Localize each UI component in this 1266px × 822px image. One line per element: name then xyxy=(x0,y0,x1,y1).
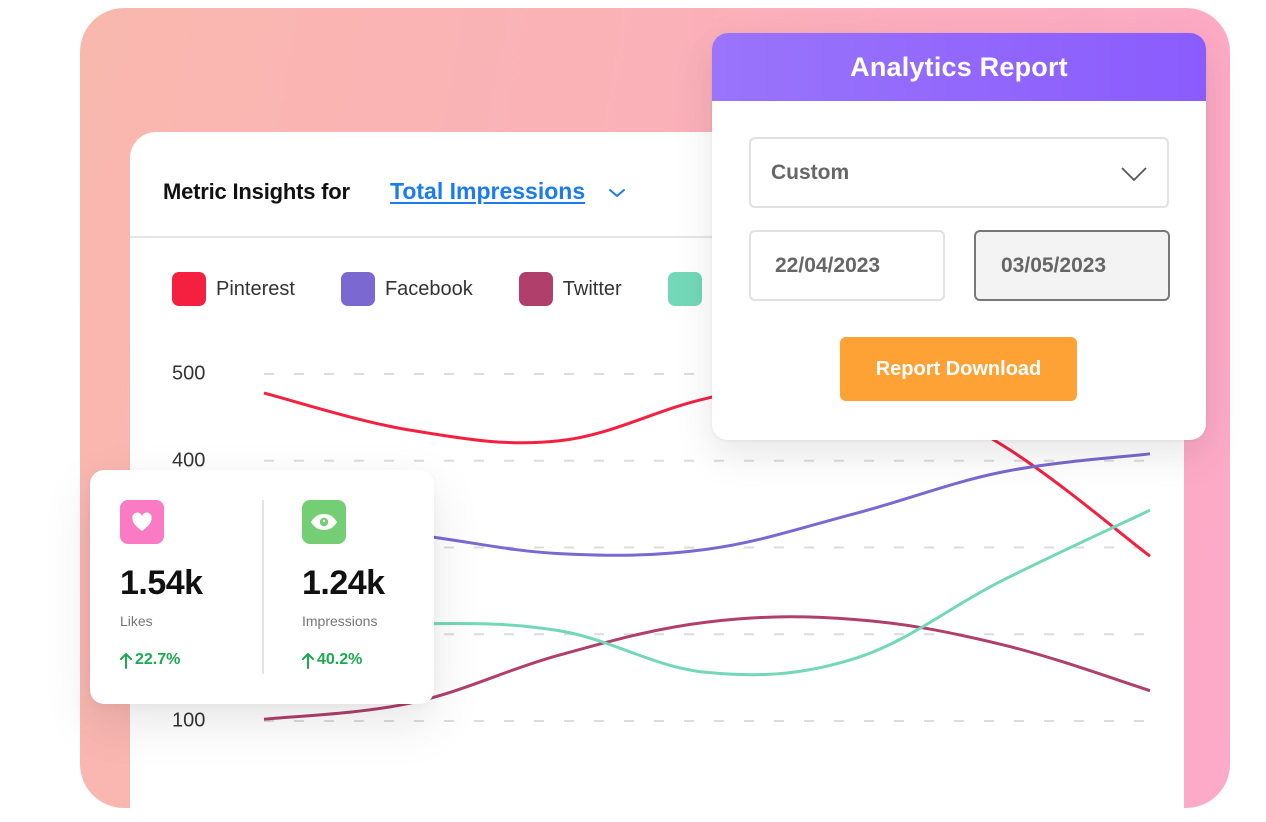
report-download-button[interactable]: Report Download xyxy=(840,337,1077,401)
likes-change-value: 22.7% xyxy=(135,651,181,668)
stat-likes: 1.54k Likes 22.7% xyxy=(120,500,270,669)
date-range-value: Custom xyxy=(771,161,850,184)
report-title: Analytics Report xyxy=(850,51,1068,82)
impressions-label: Impressions xyxy=(302,613,378,629)
analytics-report-panel: Analytics Report Custom 22/04/2023 03/05… xyxy=(712,33,1206,440)
y-tick-label: 100 xyxy=(172,709,206,732)
start-date-input[interactable]: 22/04/2023 xyxy=(749,230,945,301)
stat-impressions: 1.24k Impressions 40.2% xyxy=(302,500,452,669)
start-date-value: 22/04/2023 xyxy=(775,253,881,277)
impressions-change-value: 40.2% xyxy=(317,651,363,668)
end-date-value: 03/05/2023 xyxy=(1001,253,1107,277)
chevron-down-icon xyxy=(1121,167,1147,182)
arrow-up-icon xyxy=(120,652,132,669)
y-tick-label: 500 xyxy=(172,362,206,385)
impressions-value: 1.24k xyxy=(302,564,385,602)
likes-label: Likes xyxy=(120,613,153,629)
end-date-input[interactable]: 03/05/2023 xyxy=(974,230,1170,301)
eye-icon xyxy=(302,500,346,544)
y-tick-label: 400 xyxy=(172,449,206,472)
heart-icon xyxy=(120,500,164,544)
date-range-select[interactable]: Custom xyxy=(749,137,1169,208)
report-header: Analytics Report xyxy=(712,33,1206,101)
stats-card: 1.54k Likes 22.7% 1.24k Impressions 40.2… xyxy=(90,470,434,704)
arrow-up-icon xyxy=(302,652,314,669)
likes-change: 22.7% xyxy=(120,651,270,669)
impressions-change: 40.2% xyxy=(302,651,452,669)
stat-divider xyxy=(262,500,264,674)
likes-value: 1.54k xyxy=(120,564,203,602)
